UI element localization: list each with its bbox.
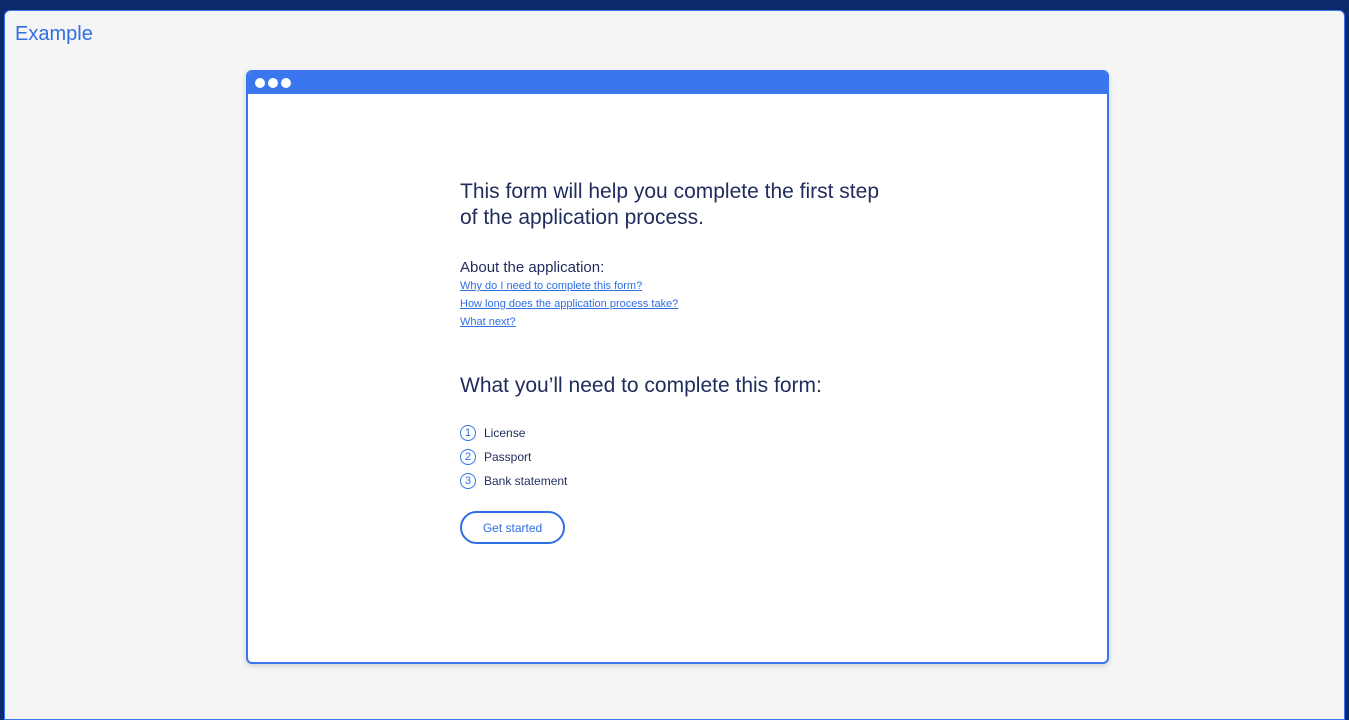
example-panel: Example This form will help you complete…: [4, 10, 1345, 720]
get-started-button[interactable]: Get started: [460, 511, 565, 544]
browser-window: This form will help you complete the fir…: [246, 70, 1109, 664]
about-label: About the application:: [460, 259, 605, 276]
number-circle-icon: 3: [460, 473, 476, 489]
requirement-label: License: [484, 426, 526, 440]
number-circle-icon: 2: [460, 449, 476, 465]
form-intro: This form will help you complete the fir…: [460, 179, 900, 544]
window-dot-icon: [255, 78, 265, 88]
window-dot-icon: [268, 78, 278, 88]
requirement-label: Passport: [484, 450, 532, 464]
requirements-heading: What you’ll need to complete this form:: [460, 374, 822, 397]
link-why-complete[interactable]: Why do I need to complete this form?: [460, 277, 900, 295]
page-heading: This form will help you complete the fir…: [460, 180, 879, 229]
list-item: 2 Passport: [460, 445, 900, 469]
panel-title: Example: [15, 23, 93, 45]
list-item: 1 License: [460, 421, 900, 445]
browser-title-bar: [248, 72, 1107, 94]
list-item: 3 Bank statement: [460, 469, 900, 493]
requirements-list: 1 License 2 Passport 3 Bank statement: [460, 421, 900, 493]
window-dot-icon: [281, 78, 291, 88]
link-how-long[interactable]: How long does the application process ta…: [460, 295, 900, 313]
link-what-next[interactable]: What next?: [460, 313, 900, 331]
number-circle-icon: 1: [460, 425, 476, 441]
requirement-label: Bank statement: [484, 474, 568, 488]
